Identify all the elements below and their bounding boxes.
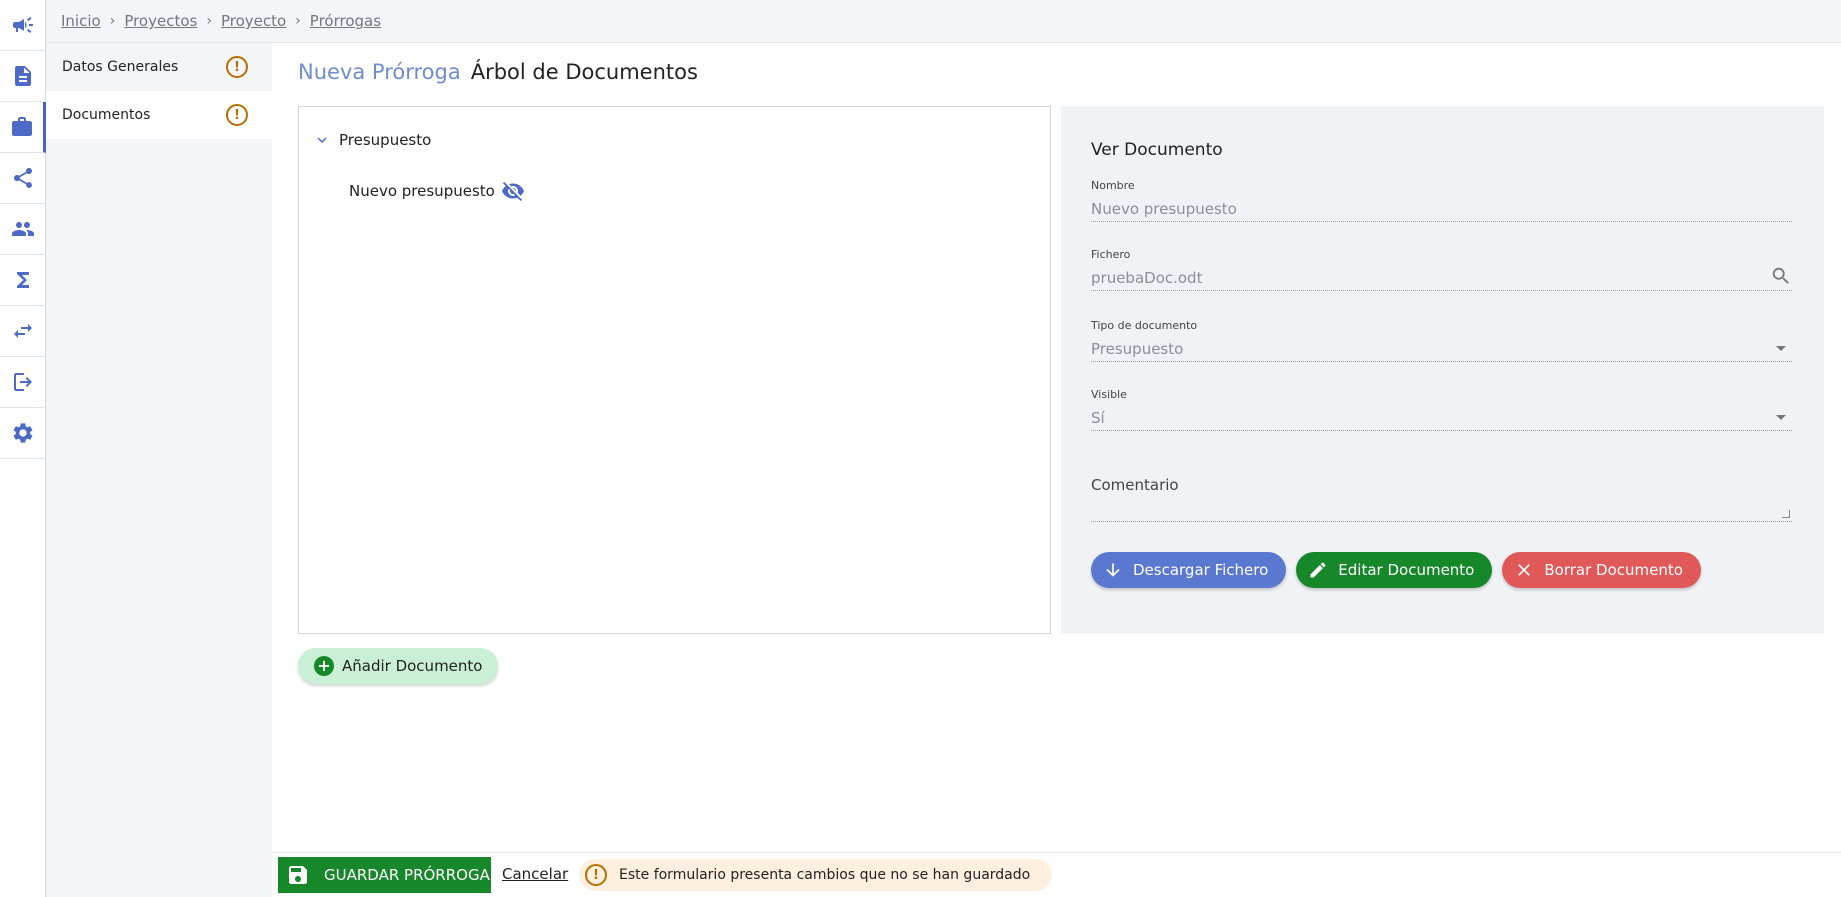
chevron-right-icon: › [295,13,301,29]
download-file-label: Descargar Fichero [1133,561,1269,579]
nombre-field: Nombre Nuevo presupuesto [1091,179,1792,222]
nombre-label: Nombre [1091,179,1135,192]
download-file-button[interactable]: Descargar Fichero [1091,552,1287,588]
rail-item-projects[interactable] [0,102,46,153]
breadcrumb-proyectos[interactable]: Proyectos [124,12,197,30]
rail-item-documents[interactable] [0,51,46,102]
detail-title: Ver Documento [1091,140,1223,160]
add-document-label: Añadir Documento [342,657,483,675]
fichero-label: Fichero [1091,248,1131,261]
delete-document-label: Borrar Documento [1544,561,1683,579]
sidebar-item-datos-generales[interactable]: Datos Generales ! [46,43,272,91]
tipo-documento-select[interactable]: Presupuesto [1091,336,1792,362]
page-title-accent: Nueva Prórroga [298,60,461,84]
search-icon[interactable] [1770,265,1792,291]
breadcrumb-inicio[interactable]: Inicio [61,12,101,30]
visible-value: Sí [1091,408,1105,427]
visible-field: Visible Sí [1091,388,1792,431]
delete-document-button[interactable]: Borrar Documento [1502,552,1701,588]
pencil-icon [1310,562,1326,578]
swap-arrows-icon [14,324,32,338]
sidebar-item-label: Datos Generales [62,59,179,75]
warning-icon: ! [226,104,248,126]
detail-actions: Descargar Fichero Editar Documento Borra… [1091,552,1701,588]
sigma-icon [17,272,29,288]
visible-label: Visible [1091,388,1127,401]
nombre-value: Nuevo presupuesto [1091,199,1237,218]
document-detail-panel: Ver Documento Nombre Nuevo presupuesto F… [1061,106,1824,634]
tipo-documento-field: Tipo de documento Presupuesto [1091,319,1792,362]
unsaved-changes-alert: ! Este formulario presenta cambios que n… [579,859,1053,891]
close-icon [1518,564,1531,576]
tipo-documento-value: Presupuesto [1091,339,1184,358]
gear-icon [13,423,33,443]
warning-icon: ! [226,56,248,78]
save-prorroga-button[interactable]: GUARDAR PRÓRROGA [278,857,491,893]
visible-select[interactable]: Sí [1091,405,1792,431]
save-icon [289,866,307,884]
share-icon [14,168,32,188]
chevron-down-icon[interactable] [313,131,331,149]
tree-leaf-nuevo-presupuesto[interactable]: Nuevo presupuesto [349,179,525,203]
cancel-link[interactable]: Cancelar [502,865,568,883]
logout-icon [14,373,32,391]
chevron-right-icon: › [206,13,212,29]
people-icon [12,222,34,236]
tree-leaf-label: Nuevo presupuesto [349,182,495,200]
form-footer: GUARDAR PRÓRROGA Cancelar ! Este formula… [272,852,1841,897]
sidebar-item-documentos[interactable]: Documentos ! [46,91,272,139]
visibility-off-icon [501,182,524,201]
icon-rail [0,0,46,897]
briefcase-icon [11,117,32,136]
tree-node-label: Presupuesto [339,131,432,149]
edit-document-label: Editar Documento [1338,561,1475,579]
fichero-field: Fichero pruebaDoc.odt [1091,248,1792,291]
breadcrumb: Inicio › Proyectos › Proyecto › Prórroga… [46,0,1841,43]
page-title-main: Árbol de Documentos [470,60,698,84]
rail-item-announcements[interactable] [0,0,46,51]
fichero-input[interactable]: pruebaDoc.odt [1091,265,1792,291]
rail-item-settings[interactable] [0,408,46,459]
rail-item-transfers[interactable] [0,306,46,357]
comentario-textarea[interactable] [1091,494,1792,522]
comentario-label: Comentario [1091,476,1179,494]
unsaved-changes-text: Este formulario presenta cambios que no … [619,867,1031,883]
document-tree: Presupuesto Nuevo presupuesto [298,106,1051,634]
add-document-button[interactable]: + Añadir Documento [298,648,499,684]
breadcrumb-prorrogas[interactable]: Prórrogas [310,12,381,30]
resize-handle-icon[interactable] [1782,510,1790,518]
arrow-down-icon [1106,563,1120,577]
dropdown-arrow-icon [1776,415,1786,420]
comentario-field: Comentario [1091,476,1792,522]
rail-item-summary[interactable] [0,255,46,306]
section-sidebar: Datos Generales ! Documentos ! [46,43,272,897]
save-prorroga-label: GUARDAR PRÓRROGA [324,866,490,884]
fichero-value: pruebaDoc.odt [1091,268,1203,287]
rail-item-share[interactable] [0,153,46,204]
tree-node-presupuesto[interactable]: Presupuesto [313,131,431,149]
add-circle-icon: + [314,656,334,676]
megaphone-icon [13,17,33,33]
warning-icon: ! [585,864,607,886]
breadcrumb-proyecto[interactable]: Proyecto [221,12,286,30]
document-icon [15,66,31,86]
nombre-input[interactable]: Nuevo presupuesto [1091,196,1792,222]
page-title: Nueva Prórroga Árbol de Documentos [298,60,698,84]
chevron-right-icon: › [109,13,116,29]
tipo-documento-label: Tipo de documento [1091,319,1198,332]
rail-item-people[interactable] [0,204,46,255]
sidebar-item-label: Documentos [62,107,151,123]
dropdown-arrow-icon [1776,346,1786,351]
rail-item-logout[interactable] [0,357,46,408]
edit-document-button[interactable]: Editar Documento [1296,552,1493,588]
